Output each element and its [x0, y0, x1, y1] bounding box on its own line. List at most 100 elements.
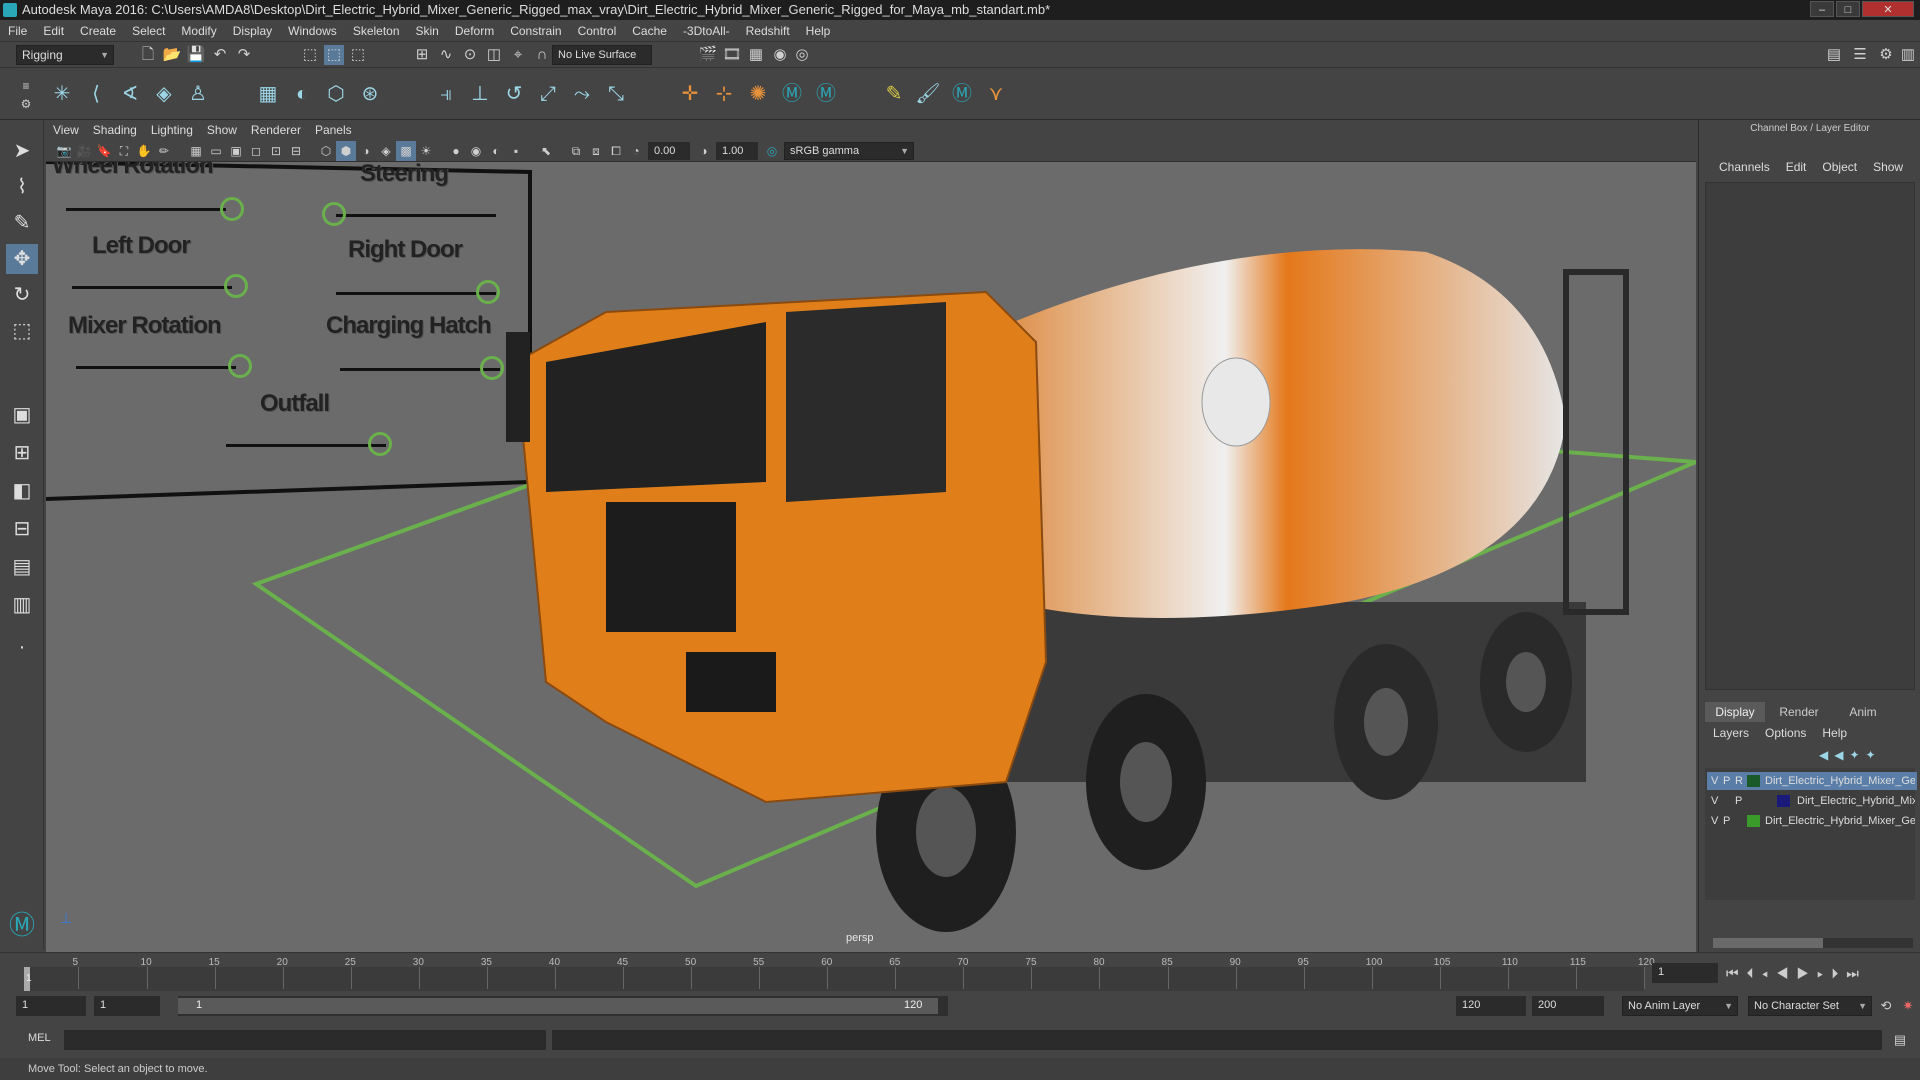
- character-set-dropdown[interactable]: No Character Set ▼: [1748, 996, 1872, 1016]
- use-lights-icon[interactable]: ☀: [416, 141, 436, 161]
- wireframe-on-shaded-icon[interactable]: ◑: [356, 141, 376, 161]
- playback-start-field[interactable]: 1: [94, 996, 160, 1016]
- play-backward-icon[interactable]: ◀: [1776, 965, 1797, 981]
- paint-weights-icon[interactable]: ✎: [880, 80, 908, 108]
- layer-color-swatch[interactable]: [1747, 815, 1760, 827]
- 2d-pan-icon[interactable]: ✋: [134, 141, 154, 161]
- menu-constrain[interactable]: Constrain: [502, 20, 569, 42]
- modeling-toolkit-icon[interactable]: ▤: [1824, 45, 1844, 65]
- play-forward-icon[interactable]: ▶: [1796, 965, 1817, 981]
- persp-graph-icon[interactable]: ⊟: [6, 514, 38, 544]
- menu-skin[interactable]: Skin: [408, 20, 447, 42]
- layer-visible-toggle[interactable]: V: [1711, 792, 1718, 810]
- menu-skeleton[interactable]: Skeleton: [345, 20, 408, 42]
- anim-layer-dropdown[interactable]: No Anim Layer ▼: [1622, 996, 1738, 1016]
- ik-spline-icon[interactable]: ∢: [116, 80, 144, 108]
- panel-menu-panels[interactable]: Panels: [308, 120, 359, 140]
- scale-constraint-icon[interactable]: ⤢: [534, 80, 562, 108]
- shelf-tabs-icon[interactable]: ≡: [16, 76, 36, 96]
- mel-label[interactable]: MEL: [28, 1032, 51, 1044]
- m-script-2-icon[interactable]: Ⓜ: [812, 80, 840, 108]
- v-tool-icon[interactable]: ⋎: [982, 80, 1010, 108]
- rotate-tool-icon[interactable]: ↻: [6, 280, 38, 310]
- menu-select[interactable]: Select: [124, 20, 173, 42]
- layer-scrollbar[interactable]: [1713, 938, 1913, 948]
- snap-live-icon[interactable]: ⌖: [508, 45, 528, 65]
- bind-skin-icon[interactable]: ◈: [150, 80, 178, 108]
- camera-select-icon[interactable]: 📷: [54, 141, 74, 161]
- textured-icon[interactable]: ▩: [396, 141, 416, 161]
- render-view-icon[interactable]: ◎: [792, 45, 812, 65]
- menu-set-dropdown[interactable]: Rigging ▼: [16, 45, 114, 65]
- hypershade-icon[interactable]: ◉: [770, 45, 790, 65]
- lattice-icon[interactable]: ▦: [254, 80, 282, 108]
- range-slider[interactable]: 1 120: [178, 996, 948, 1016]
- current-frame-field[interactable]: 1: [1652, 963, 1718, 983]
- menu-modify[interactable]: Modify: [173, 20, 224, 42]
- menu-help[interactable]: Help: [798, 20, 839, 42]
- bookmark-icon[interactable]: 🔖: [94, 141, 114, 161]
- menu-3dtoall[interactable]: -3DtoAll-: [675, 20, 738, 42]
- aim-constraint-icon[interactable]: ⤳: [568, 80, 596, 108]
- anti-alias-icon[interactable]: ▪: [506, 141, 526, 161]
- layer-color-swatch[interactable]: [1777, 795, 1790, 807]
- viewport-persp[interactable]: Wheel Rotation Steering Left Door Right …: [46, 162, 1696, 952]
- close-button[interactable]: ✕: [1862, 1, 1914, 17]
- panel-menu-view[interactable]: View: [46, 120, 86, 140]
- tab-display[interactable]: Display: [1705, 702, 1765, 722]
- go-to-end-icon[interactable]: ⏭: [1846, 965, 1867, 981]
- exposure-icon[interactable]: ◔: [626, 141, 646, 161]
- script-editor-icon[interactable]: ▤: [1890, 1030, 1910, 1050]
- xray-joints-icon[interactable]: ⧉: [566, 141, 586, 161]
- parent-constraint-icon[interactable]: ⫣: [432, 80, 460, 108]
- xray-active-icon[interactable]: ⧈: [586, 141, 606, 161]
- layer-visible-toggle[interactable]: V: [1711, 772, 1718, 790]
- time-slider[interactable]: 1 5 10 15 20 25 30 35 40 45 50 55 60 65 70 75 80 85 90 95 1…: [0, 952, 1920, 992]
- layer-row[interactable]: V P Dirt_Electric_Hybrid_Mixer_Generic: [1707, 812, 1917, 830]
- cluster-icon[interactable]: ◐: [288, 80, 316, 108]
- open-scene-icon[interactable]: 📂: [162, 45, 182, 65]
- paint-select-icon[interactable]: ✎: [6, 208, 38, 238]
- step-back-frame-icon[interactable]: ◂: [1762, 965, 1776, 981]
- animation-end-field[interactable]: 200: [1532, 996, 1604, 1016]
- panel-menu-show[interactable]: Show: [200, 120, 244, 140]
- hypershade-persp-icon[interactable]: ▤: [6, 552, 38, 582]
- maximize-button[interactable]: □: [1836, 1, 1860, 17]
- minimize-button[interactable]: –: [1810, 1, 1834, 17]
- orient-constraint-icon[interactable]: ↺: [500, 80, 528, 108]
- m-tool-icon[interactable]: Ⓜ: [948, 80, 976, 108]
- locator-icon[interactable]: ✛: [676, 80, 704, 108]
- menu-redshift[interactable]: Redshift: [738, 20, 798, 42]
- layer-action-icons[interactable]: ◀◀✦✦: [1819, 748, 1882, 762]
- persp-outliner-icon[interactable]: ◧: [6, 476, 38, 506]
- channel-box-icon[interactable]: ▥: [1898, 45, 1918, 65]
- edit-menu[interactable]: Edit: [1786, 160, 1807, 174]
- layer-playback-toggle[interactable]: P: [1723, 812, 1730, 830]
- xray-icon[interactable]: ◈: [376, 141, 396, 161]
- m-script-icon[interactable]: Ⓜ: [778, 80, 806, 108]
- uv-editor-icon[interactable]: ▥: [6, 590, 38, 620]
- shadows-icon[interactable]: ●: [446, 141, 466, 161]
- menu-windows[interactable]: Windows: [280, 20, 345, 42]
- options-menu[interactable]: Options: [1765, 726, 1806, 740]
- menu-edit[interactable]: Edit: [35, 20, 72, 42]
- pole-vector-icon[interactable]: ⤡: [602, 80, 630, 108]
- camera-attr-icon[interactable]: 🎥: [74, 141, 94, 161]
- render-frame-icon[interactable]: 🎬: [698, 45, 718, 65]
- tab-render[interactable]: Render: [1769, 702, 1829, 722]
- safe-action-icon[interactable]: ⊟: [286, 141, 306, 161]
- more-layouts-icon[interactable]: ·: [6, 632, 38, 662]
- field-chart-icon[interactable]: ⊡: [266, 141, 286, 161]
- save-scene-icon[interactable]: 💾: [186, 45, 206, 65]
- film-gate-icon[interactable]: ▭: [206, 141, 226, 161]
- snap-view-plane-icon[interactable]: ◫: [484, 45, 504, 65]
- select-object-icon[interactable]: ⬚: [324, 45, 344, 65]
- show-menu[interactable]: Show: [1873, 160, 1903, 174]
- grid-toggle-icon[interactable]: ▦: [186, 141, 206, 161]
- right-door-control[interactable]: [476, 280, 500, 304]
- step-forward-frame-icon[interactable]: ▸: [1817, 965, 1831, 981]
- gate-mask-icon[interactable]: ◻: [246, 141, 266, 161]
- four-view-icon[interactable]: ⊞: [6, 438, 38, 468]
- charging-hatch-control[interactable]: [480, 356, 504, 380]
- help-menu[interactable]: Help: [1822, 726, 1847, 740]
